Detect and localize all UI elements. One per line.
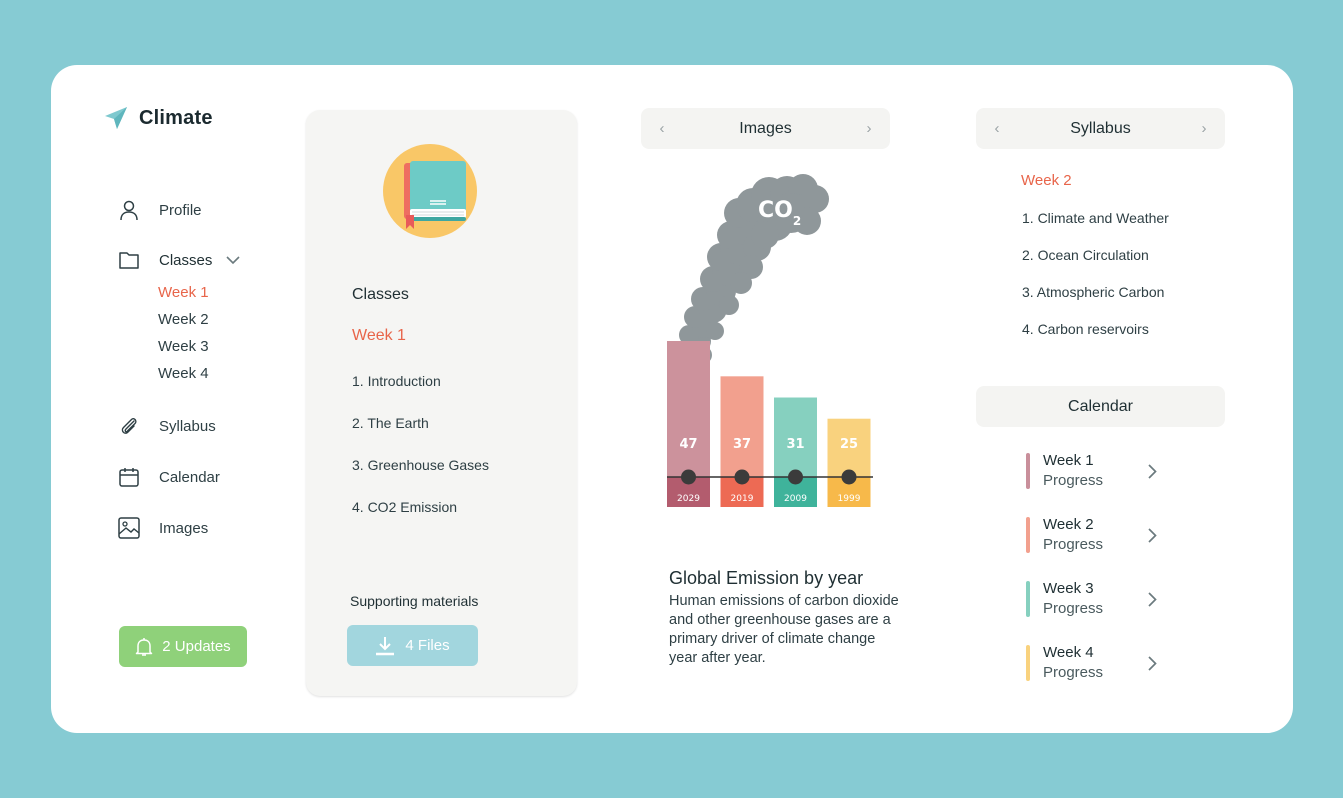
calendar-title: Calendar [1068, 397, 1133, 415]
subnav-week-2[interactable]: Week 2 [158, 310, 209, 337]
chevron-left-icon[interactable]: ‹ [655, 120, 669, 137]
timeline-dot [788, 469, 803, 485]
download-icon [376, 636, 395, 655]
main-card: Climate Profile Classes Week 1 Week 2 We… [51, 65, 1293, 733]
chevron-right-icon[interactable] [1145, 581, 1159, 617]
paperclip-icon [117, 414, 141, 438]
images-title: Images [739, 119, 792, 137]
sidebar-item-classes[interactable]: Classes [117, 248, 240, 272]
sidebar-item-label: Profile [159, 201, 202, 219]
emission-chart: CO2 47 2029 37 2019 31 2009 25 1999 [641, 165, 891, 555]
files-label: 4 Files [405, 637, 450, 654]
syllabus-item[interactable]: 3. Atmospheric Carbon [1022, 284, 1169, 321]
subnav-week-1[interactable]: Week 1 [158, 283, 209, 310]
images-header: ‹ Images › [641, 108, 890, 149]
subnav-week-3[interactable]: Week 3 [158, 337, 209, 364]
chevron-right-icon[interactable] [1145, 517, 1159, 553]
calendar-status: Progress [1043, 536, 1104, 553]
chart-caption-title: Global Emission by year [669, 568, 864, 588]
week-color-bar [1026, 581, 1030, 617]
classes-title: Classes [352, 286, 409, 303]
chevron-right-icon[interactable]: › [1197, 120, 1211, 137]
bar-value-label: 37 [733, 437, 751, 452]
sidebar-item-label: Calendar [159, 468, 220, 486]
calendar-status: Progress [1043, 600, 1104, 617]
classes-subnav: Week 1 Week 2 Week 3 Week 4 [158, 283, 209, 391]
week-color-bar [1026, 517, 1030, 553]
image-icon [117, 516, 141, 540]
sidebar-item-profile[interactable]: Profile [117, 198, 202, 222]
bar-value-label: 31 [786, 437, 804, 452]
sidebar-item-calendar[interactable]: Calendar [117, 465, 220, 489]
chevron-left-icon[interactable]: ‹ [990, 120, 1004, 137]
chart-caption-text: Human emissions of carbon dioxide and ot… [669, 593, 899, 666]
calendar-week-label: Week 3 [1043, 580, 1094, 597]
syllabus-item[interactable]: 1. Climate and Weather [1022, 210, 1169, 247]
calendar-week-label: Week 1 [1043, 452, 1094, 469]
chevron-right-icon[interactable] [1145, 645, 1159, 681]
app-title: Climate [139, 106, 213, 129]
user-icon [117, 198, 141, 222]
supporting-materials-label: Supporting materials [350, 593, 479, 609]
timeline-dot [841, 469, 857, 485]
week-color-bar [1026, 453, 1030, 489]
syllabus-title: Syllabus [1070, 119, 1131, 137]
classes-topic-list: 1. Introduction 2. The Earth 3. Greenhou… [352, 373, 489, 541]
syllabus-item[interactable]: 4. Carbon reservoirs [1022, 321, 1169, 358]
calendar-icon [117, 465, 141, 489]
week-color-bar [1026, 645, 1030, 681]
topic-item[interactable]: 2. The Earth [352, 415, 489, 457]
bar-value-label: 25 [840, 437, 858, 452]
bar-category-label: 1999 [838, 494, 861, 504]
topic-item[interactable]: 4. CO2 Emission [352, 499, 489, 541]
folder-icon [117, 248, 141, 272]
download-files-button[interactable]: 4 Files [347, 625, 478, 666]
paper-plane-icon [105, 107, 127, 129]
calendar-status: Progress [1043, 664, 1104, 681]
topic-item[interactable]: 1. Introduction [352, 373, 489, 415]
updates-label: 2 Updates [162, 638, 231, 655]
topic-item[interactable]: 3. Greenhouse Gases [352, 457, 489, 499]
calendar-week-label: Week 2 [1043, 516, 1094, 533]
chevron-right-icon[interactable] [1145, 453, 1159, 489]
bar-category-label: 2009 [784, 494, 807, 504]
bell-icon [136, 637, 153, 656]
updates-button[interactable]: 2 Updates [119, 626, 247, 667]
timeline-dot [681, 469, 696, 485]
sidebar-item-images[interactable]: Images [117, 516, 208, 540]
bar-value-label: 47 [679, 437, 697, 452]
sidebar-item-label: Classes [159, 251, 213, 269]
sidebar-item-label: Syllabus [159, 417, 216, 435]
classes-panel: Classes Week 1 1. Introduction 2. The Ea… [306, 110, 577, 696]
sidebar-item-syllabus[interactable]: Syllabus [117, 414, 216, 438]
bar-category-label: 2029 [677, 494, 700, 504]
syllabus-header: ‹ Syllabus › [976, 108, 1225, 149]
chevron-right-icon[interactable]: › [862, 120, 876, 137]
calendar-week-label: Week 4 [1043, 644, 1094, 661]
syllabus-week: Week 2 [1021, 172, 1072, 189]
calendar-header: Calendar [976, 386, 1225, 427]
brand[interactable]: Climate [103, 105, 213, 131]
syllabus-topic-list: 1. Climate and Weather 2. Ocean Circulat… [1022, 210, 1169, 358]
syllabus-item[interactable]: 2. Ocean Circulation [1022, 247, 1169, 284]
bar-2019 [720, 376, 764, 477]
sidebar-item-label: Images [159, 519, 209, 537]
chevron-down-icon[interactable] [226, 255, 240, 265]
subnav-week-4[interactable]: Week 4 [158, 364, 209, 391]
book-icon [382, 143, 478, 239]
timeline-dot [734, 469, 750, 485]
bar-2029 [667, 341, 710, 477]
calendar-status: Progress [1043, 472, 1104, 489]
classes-week: Week 1 [352, 327, 406, 344]
bar-category-label: 2019 [731, 494, 754, 504]
